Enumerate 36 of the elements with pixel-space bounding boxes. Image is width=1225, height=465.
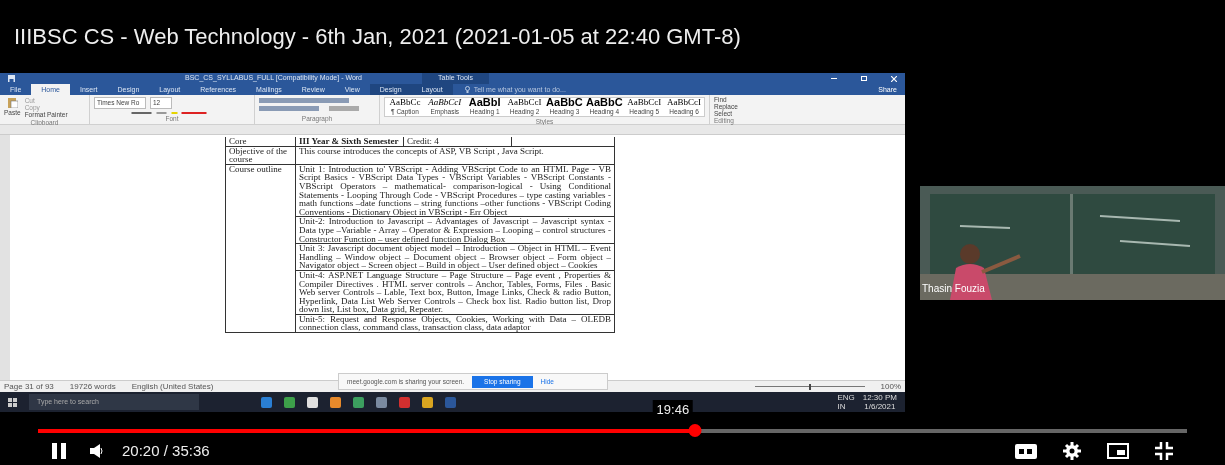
table-cell: Unit-5: Request and Response Objects, Cookies, Working with Data – OLEDB connection class, command class, transaction class, data adaptor	[296, 313, 614, 333]
windows-icon[interactable]	[8, 397, 17, 407]
table-cell: Unit-2: Introduction to Javascript – Advantages of Javascript – Javascript syntax - Data type –Variable - Array – Operator & Expression – Looping – control structures - Constructor Function – user defined function Dialog Box	[296, 216, 614, 244]
clock-time: 12:30 PM	[862, 393, 897, 402]
miniplayer-icon[interactable]	[1107, 443, 1129, 459]
table-cell: III Year & Sixth Semester	[296, 137, 404, 146]
table-cell: Objective of the course	[226, 146, 296, 164]
word-count: 19726 words	[69, 380, 116, 393]
close-icon[interactable]	[891, 75, 897, 82]
table-cell: Credit: 4	[404, 137, 512, 146]
language-status: English (United States)	[131, 380, 214, 393]
table-cell: Course outline	[226, 164, 296, 333]
region-indicator: IN	[837, 402, 847, 411]
table-cell-text: This course introduces the concepts of ASP, VB Script , Java Script.	[298, 146, 545, 156]
time-display: 20:20 / 35:36	[122, 440, 210, 461]
captions-icon[interactable]	[1015, 443, 1037, 459]
exit-fullscreen-icon[interactable]	[1155, 442, 1173, 460]
table-cell-text: Unit 1: Introduction to' VBScript - Adding VBScript Code to an HTML Page - VB Script Basics - VBScript Data Types - VBScript Variables - VBScript Constants - VBScript Operators – mathematical- comparison-logical - Using Conditional Statements - Looping Through Code - VBScript Procedures – type casting variables - math functions –date functions – string functions –other functions - VBScript Coding Conventions - Dictionary Object in VBScript - Err Object	[298, 164, 612, 217]
page-count: Page 31 of 93	[4, 380, 54, 393]
app-icon[interactable]	[422, 396, 433, 408]
participant-name: Thasin Fouzia	[922, 281, 985, 296]
table-cell: Unit 3: Javascript document object model – Introduction – Object in HTML – Event Handling – Window object – Document object – Browser object – Form object – Navigator object – Screen object – Build in object – User defined object – Cookies	[296, 243, 614, 270]
zoom-level: 100%	[880, 380, 901, 393]
table-cell: Core	[226, 137, 296, 146]
video-title: IIIBSC CS - Web Technology - 6th Jan, 2021 (2021-01-05 at 22:40 GMT-8)	[14, 23, 741, 51]
language-indicator: ENG	[837, 393, 855, 402]
lightbulb-icon	[464, 86, 470, 93]
app-icon[interactable]	[330, 396, 341, 408]
clock-date: 1/6/2021	[864, 402, 896, 411]
zoom-slider[interactable]	[754, 383, 865, 390]
settings-icon[interactable]	[1063, 442, 1081, 460]
volume-icon[interactable]	[90, 444, 104, 458]
table-cell: Unit-4: ASP.NET Language Structure – Page Structure – Page event , Properties & Compiler Directives . HTML server controls – Anchor, Tables, Forms, Files . Basic Web server Controls – Lable, Text box, Button, Image Links, Check & radio Button, Hyperlink, Data List Web Server Controls – Check box list. Radio button list, Drop down list, List box, Data grid, Repeater.	[296, 269, 614, 314]
pause-icon[interactable]	[52, 443, 66, 459]
maximize-icon[interactable]	[861, 76, 867, 81]
app-icon[interactable]	[307, 396, 318, 408]
